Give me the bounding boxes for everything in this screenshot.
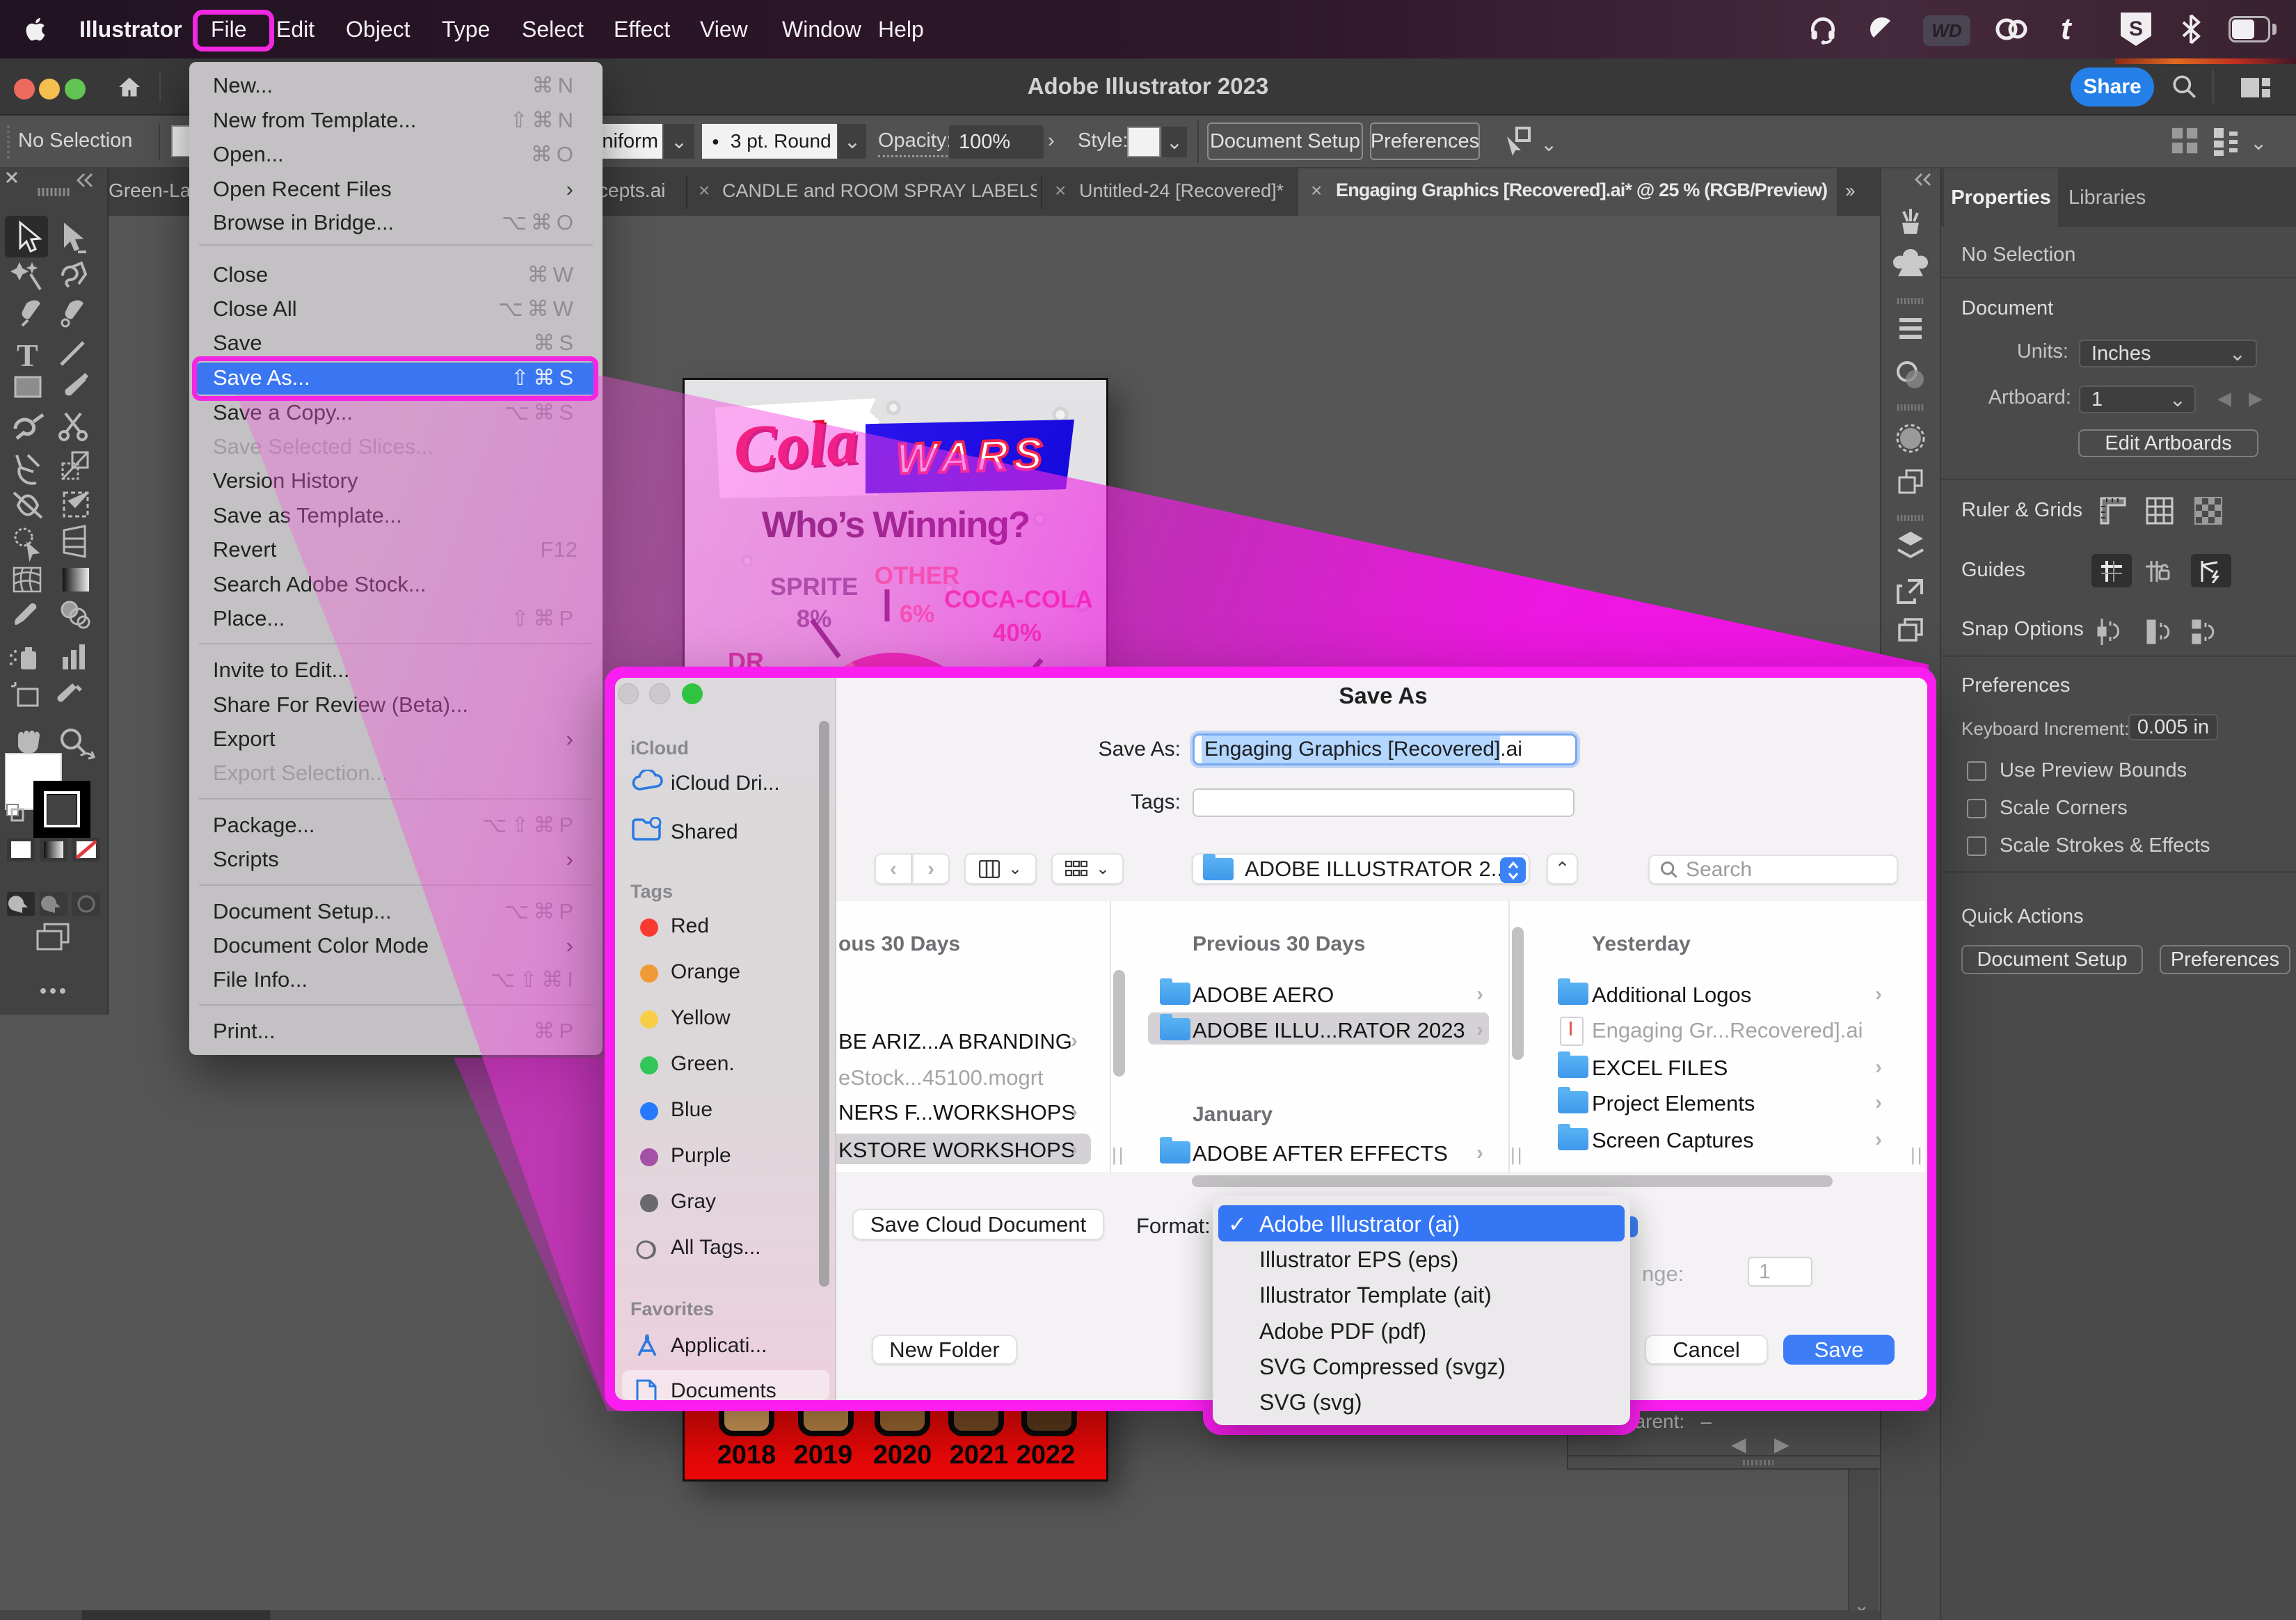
svg-text:T: T <box>17 338 38 373</box>
